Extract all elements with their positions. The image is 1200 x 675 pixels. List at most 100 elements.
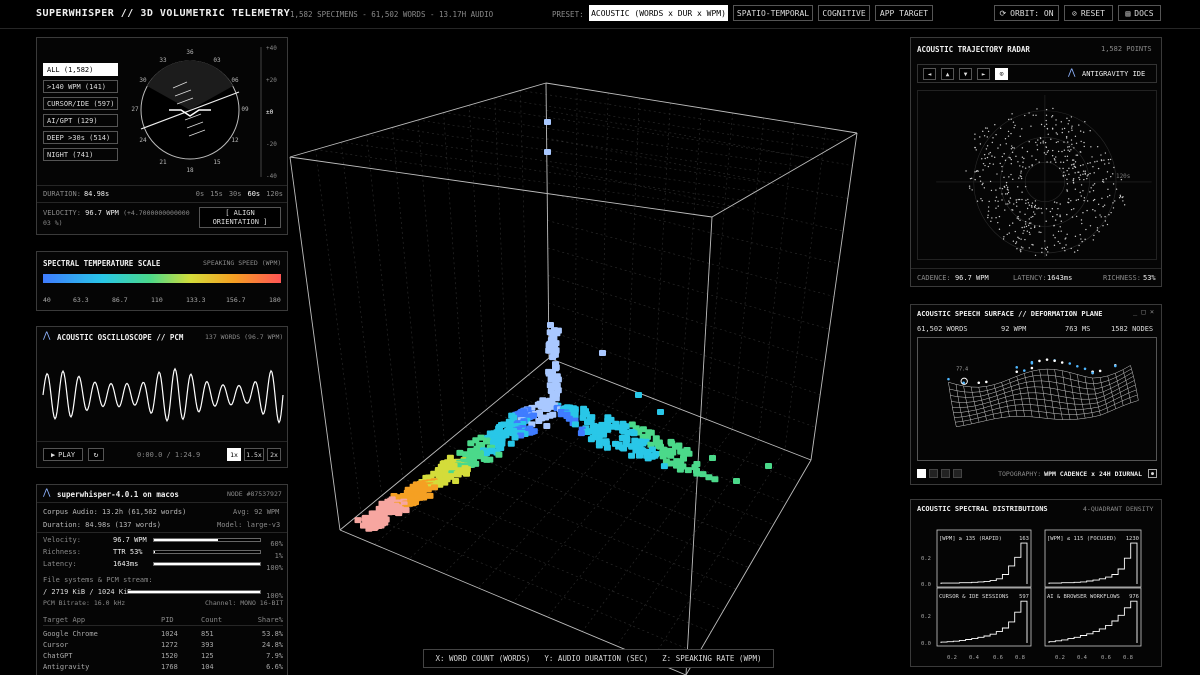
cube-grid-line	[601, 92, 609, 379]
orientation-panel: ALL (1,582) >140 WPM (141) CURSOR/IDE (5…	[36, 37, 288, 235]
radar-cadence: 96.7 WPM	[954, 274, 989, 282]
radar-dot	[1065, 137, 1068, 139]
radar-dot	[1034, 204, 1037, 207]
palette-swatch[interactable]	[953, 469, 962, 478]
radar-center-button[interactable]: ⊙	[995, 68, 1008, 80]
duration-tick-60[interactable]: 60s	[247, 190, 260, 198]
radar-dot	[1031, 155, 1033, 157]
palette-swatch[interactable]	[941, 469, 950, 478]
docs-button[interactable]: ▤ DOCS	[1118, 5, 1161, 21]
radar-dot	[1101, 180, 1104, 183]
data-point	[733, 478, 740, 484]
filter-cursor-ide[interactable]: CURSOR/IDE (597)	[43, 97, 118, 110]
radar-dot	[979, 175, 981, 178]
radar-dot	[1079, 151, 1081, 153]
radar-dot	[1119, 194, 1121, 197]
table-row[interactable]: Cursor 1272 393 24.8%	[43, 639, 283, 650]
radar-dot	[1076, 154, 1079, 156]
preset-acoustic-button[interactable]: ACOUSTIC (WORDS x DUR x WPM)	[589, 5, 728, 21]
radar-dot	[1046, 161, 1048, 163]
radar-dot	[1041, 247, 1043, 250]
window-controls-icon[interactable]: _ □ ×	[1133, 308, 1154, 316]
radar-nav-down-button[interactable]: ▼	[959, 68, 972, 80]
radar-nav-right-button[interactable]: ►	[977, 68, 990, 80]
radar-toolbar: ◄ ▲ ▼ ► ⊙ ⋀ ANTIGRAVITY IDE	[917, 64, 1157, 83]
radar-scatter[interactable]: 120s	[917, 90, 1157, 260]
table-row[interactable]: Google Chrome 1024 851 53.8%	[43, 628, 283, 639]
radar-dot	[1078, 244, 1080, 247]
duration-tick-0[interactable]: 0s	[196, 190, 204, 198]
data-point	[577, 430, 585, 437]
radar-nav-left-button[interactable]: ◄	[923, 68, 936, 80]
radar-dot	[1090, 187, 1092, 189]
radar-dot	[1070, 208, 1073, 211]
node-logo-icon: ⋀	[43, 488, 51, 498]
radar-dot	[1025, 202, 1027, 204]
radar-dot	[1008, 232, 1010, 234]
spectral-tick: 86.7	[112, 296, 128, 304]
surface-settings-icon[interactable]: ●	[1148, 469, 1157, 478]
volumetric-3d-viewport[interactable]	[280, 80, 900, 675]
speed-1x-button[interactable]: 1x	[227, 448, 241, 461]
filter-ai-gpt[interactable]: AI/GPT (129)	[43, 114, 118, 127]
preset-cognitive-button[interactable]: COGNITIVE	[818, 5, 870, 21]
filter-all[interactable]: ALL (1,582)	[43, 63, 118, 76]
compass-dial[interactable]: 36 03 06 09 12 15 18 21 24 27 30 33	[129, 44, 251, 174]
radar-dot	[1080, 140, 1082, 143]
surface-mesh-line	[1122, 369, 1132, 403]
data-point	[599, 350, 606, 356]
palette-swatch[interactable]	[929, 469, 938, 478]
radar-dot	[1054, 219, 1057, 221]
preset-spatio-temporal-button[interactable]: SPATIO-TEMPORAL	[733, 5, 813, 21]
duration-tick-15[interactable]: 15s	[210, 190, 223, 198]
table-header: Target App PID Count Share%	[43, 616, 283, 626]
radar-dot	[1078, 176, 1080, 179]
radar-dot	[987, 216, 989, 219]
deformation-surface[interactable]: 77.4	[917, 337, 1157, 461]
radar-dot	[1060, 161, 1062, 163]
loop-button[interactable]: ↻	[88, 448, 104, 461]
radar-dot	[1023, 226, 1026, 228]
radar-dot	[1020, 250, 1022, 253]
cube-grid-line	[366, 134, 756, 193]
radar-dot	[1094, 161, 1096, 163]
cube-edge	[685, 216, 713, 675]
data-point	[660, 463, 668, 470]
table-row[interactable]: ChatGPT 1520 125 7.9%	[43, 650, 283, 661]
data-point	[402, 507, 410, 514]
radar-dot	[990, 189, 993, 192]
preset-app-target-button[interactable]: APP TARGET	[875, 5, 933, 21]
radar-dot	[1081, 222, 1083, 225]
speed-1-5x-button[interactable]: 1.5x	[244, 448, 264, 461]
reset-button[interactable]: ⊘ RESET	[1064, 5, 1113, 21]
radar-dot	[1066, 169, 1068, 172]
radar-dot	[1060, 220, 1063, 222]
radar-dot	[1096, 160, 1098, 163]
histogram-step-line	[1048, 542, 1138, 584]
palette-swatch-white[interactable]	[917, 469, 926, 478]
quadrant-histograms[interactable]: [WPM] ≥ 135 (RAPID) 163 [WPM] ≤ 115 (FOC…	[911, 518, 1161, 666]
orbit-toggle-button[interactable]: ⟳ ORBIT: ON	[994, 5, 1059, 21]
radar-dot	[998, 228, 1001, 230]
align-orientation-button[interactable]: [ ALIGN ORIENTATION ]	[199, 207, 281, 228]
radar-dot	[1017, 161, 1019, 163]
play-button[interactable]: ▶ PLAY	[43, 448, 83, 461]
table-row[interactable]: Antigravity 1768 104 6.6%	[43, 661, 283, 672]
radar-dot	[1084, 121, 1086, 123]
radar-dot	[1030, 227, 1032, 230]
filter-deep[interactable]: DEEP >30s (514)	[43, 131, 118, 144]
radar-nav-up-button[interactable]: ▲	[941, 68, 954, 80]
radar-dot	[1006, 193, 1009, 195]
radar-dot	[995, 133, 997, 136]
radar-dot	[1034, 254, 1037, 257]
cube-edge	[339, 357, 550, 531]
radar-dot	[1051, 208, 1054, 210]
radar-dot	[1012, 121, 1015, 123]
filter-night[interactable]: NIGHT (741)	[43, 148, 118, 161]
duration-tick-30[interactable]: 30s	[229, 190, 242, 198]
radar-dot	[982, 182, 984, 184]
radar-dot	[1018, 177, 1020, 179]
filter-fast-wpm[interactable]: >140 WPM (141)	[43, 80, 118, 93]
radar-dot	[982, 169, 984, 171]
speed-2x-button[interactable]: 2x	[267, 448, 281, 461]
